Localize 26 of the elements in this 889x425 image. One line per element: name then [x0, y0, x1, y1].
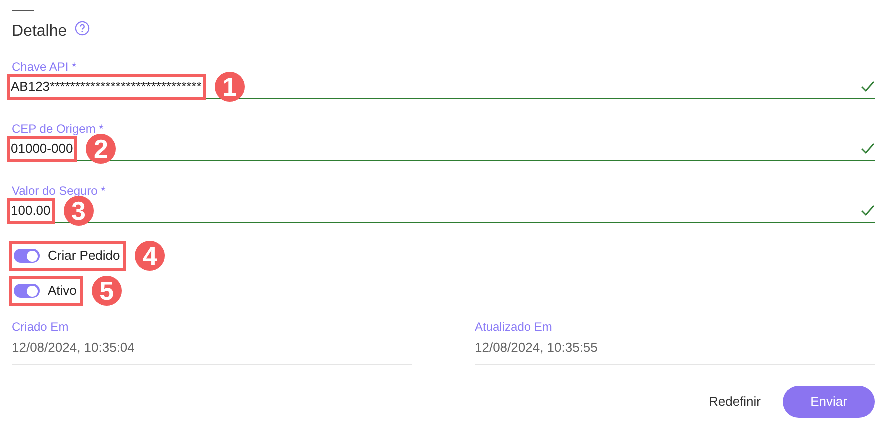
toggle-control[interactable]: Criar Pedido — [12, 244, 124, 268]
callout-number: 1 — [214, 72, 245, 102]
callout-number: 5 — [92, 276, 122, 306]
callout-number: 4 — [135, 241, 166, 271]
toggle-label: Criar Pedido — [48, 247, 122, 266]
toggle-control[interactable]: Ativo — [12, 279, 80, 303]
meta-label: Criado Em — [12, 319, 70, 335]
field-label: Chave API * — [12, 59, 78, 75]
toggle-switch[interactable] — [14, 249, 40, 263]
callout-number: 3 — [64, 196, 94, 226]
toggle-label: Ativo — [48, 282, 78, 300]
input-field[interactable]: 01000-000 — [10, 138, 74, 158]
check-icon — [861, 142, 875, 154]
input-field[interactable]: 100.00 — [10, 200, 52, 220]
check-icon — [861, 204, 875, 216]
help-icon[interactable] — [75, 20, 90, 36]
reset-button[interactable]: Redefinir — [696, 386, 773, 418]
check-icon — [861, 80, 875, 92]
submit-button[interactable]: Enviar — [783, 386, 875, 418]
meta-value: 12/08/2024, 10:35:55 — [475, 339, 599, 357]
section-title: Detalhe — [12, 22, 68, 42]
callout-number: 2 — [86, 134, 116, 164]
meta-label: Atualizado Em — [475, 319, 554, 335]
toggle-switch[interactable] — [14, 284, 40, 298]
meta-value: 12/08/2024, 10:35:04 — [12, 339, 136, 357]
input-field[interactable]: AB123****************************** — [10, 76, 203, 96]
